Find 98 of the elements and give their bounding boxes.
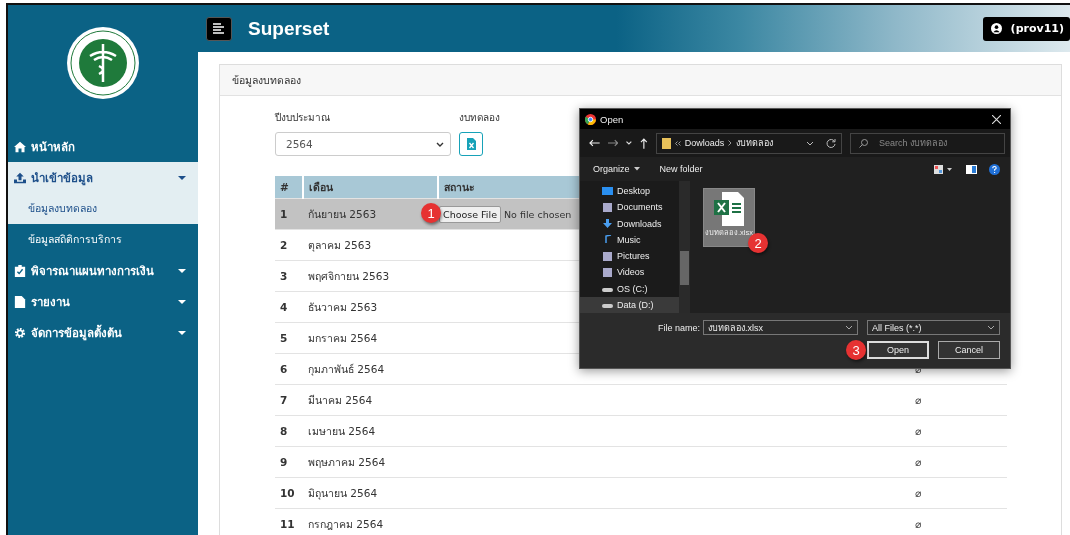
table-cell: ⌀ <box>915 425 922 437</box>
address-bar[interactable]: Dowloads งบทดลอง <box>655 132 842 154</box>
close-icon[interactable] <box>992 114 1001 124</box>
excel-button[interactable] <box>459 132 483 156</box>
caret-icon <box>178 175 186 180</box>
chevron-right-icon <box>728 140 733 146</box>
folder-nav-item[interactable]: Music <box>580 231 679 248</box>
table-cell: 7 <box>275 384 303 416</box>
folder-nav-item[interactable]: Desktop <box>580 183 679 200</box>
folder-nav-item[interactable]: OS (C:) <box>580 280 679 297</box>
field-label: File name: <box>657 322 700 333</box>
table-cell: 6 <box>275 353 303 385</box>
preview-pane-icon[interactable] <box>966 164 977 174</box>
cancel-button[interactable]: Cancel <box>938 341 1000 359</box>
table-cell: ⌀ <box>915 394 922 406</box>
table-cell: ⌀ <box>915 518 922 530</box>
excel-file-icon <box>466 138 476 150</box>
user-icon <box>990 23 1002 34</box>
back-icon[interactable] <box>589 139 600 147</box>
user-button[interactable]: (prov11) <box>982 16 1070 41</box>
sidebar-item[interactable]: รายงาน <box>8 286 198 317</box>
clipboard-icon <box>14 264 26 277</box>
year-select[interactable]: 2564 <box>275 132 451 156</box>
table-cell: ตุลาคม 2563 <box>303 229 438 261</box>
dialog-title: Open <box>600 113 625 125</box>
table-cell: ธันวาคม 2563 <box>303 291 438 323</box>
table-cell: 11 <box>275 508 303 535</box>
file-type-select[interactable]: All Files (*.*) <box>867 320 1000 335</box>
table-cell: 10 <box>275 477 303 509</box>
field-label: งบทดลอง <box>459 111 500 125</box>
table-cell: 5 <box>275 322 303 354</box>
emblem-icon <box>66 26 140 100</box>
table-cell: กรกฎาคม 2564 <box>303 508 438 535</box>
help-icon[interactable] <box>989 163 1000 175</box>
table-cell: กุมภาพันธ์ 2564 <box>303 353 438 385</box>
menu-button[interactable] <box>206 16 232 41</box>
folder-nav-item[interactable]: Videos <box>580 264 679 281</box>
table-cell: 2 <box>275 229 303 261</box>
open-button[interactable]: Open <box>867 341 929 359</box>
folder-nav-item[interactable]: Data (D:) <box>580 296 679 313</box>
sidebar-subitem[interactable]: ข้อมูลสถิติการบริการ <box>8 224 198 255</box>
search-field[interactable]: Search งบทดลอง <box>850 132 1005 154</box>
folder-nav-item[interactable]: Downloads <box>580 215 679 232</box>
organize-menu[interactable]: Organize <box>593 164 640 174</box>
scrollbar[interactable] <box>679 181 690 313</box>
sidebar-item[interactable]: พิจารณาแผนทางการเงิน <box>8 255 198 286</box>
file-name-field[interactable]: งบทดลอง.xlsx <box>703 320 858 335</box>
table-cell: มีนาคม 2564 <box>303 384 438 416</box>
chevron-icon <box>436 141 444 147</box>
app-title: Superset <box>248 17 331 40</box>
table-cell: พฤษภาคม 2564 <box>303 446 438 478</box>
browser-icon <box>585 113 596 125</box>
table-cell: มกราคม 2564 <box>303 322 438 354</box>
spreadsheet-file-icon <box>714 192 744 226</box>
desktop-icon <box>602 186 613 196</box>
search-icon <box>859 138 868 148</box>
folder-nav-item[interactable]: Pictures <box>580 248 679 265</box>
caret-icon <box>178 330 186 335</box>
column-header: เดือน <box>303 176 438 199</box>
table-cell: 4 <box>275 291 303 323</box>
double-chevron-icon <box>674 140 681 146</box>
folder-icon <box>661 137 671 149</box>
table-cell: เมษายน 2564 <box>303 415 438 447</box>
table-cell: 9 <box>275 446 303 478</box>
table-cell: พฤศจิกายน 2563 <box>303 260 438 292</box>
new-folder-button[interactable]: New folder <box>659 164 703 174</box>
home-icon <box>14 140 26 153</box>
download-icon <box>602 219 613 229</box>
sidebar-item[interactable]: จัดการข้อมูลตั้งต้น <box>8 317 198 348</box>
up-icon[interactable] <box>640 137 648 149</box>
caret-icon <box>633 167 640 171</box>
upload-icon <box>14 171 26 184</box>
settings-icon <box>14 326 26 339</box>
chevron-icon <box>806 140 814 146</box>
table-cell: ⌀ <box>915 456 922 468</box>
card-title: ข้อมูลงบทดลอง <box>232 72 301 89</box>
sidebar-item[interactable]: นำเข้าข้อมูล <box>8 162 198 193</box>
folder-nav-item[interactable]: Documents <box>580 199 679 216</box>
field-label: ปีงบประมาณ <box>275 111 331 125</box>
forward-icon[interactable] <box>607 139 619 147</box>
column-header: # <box>275 176 303 199</box>
chevron-icon[interactable] <box>626 141 633 145</box>
refresh-icon <box>826 138 836 148</box>
table-cell: มิถุนายน 2564 <box>303 477 438 509</box>
caret-icon <box>178 299 186 304</box>
table-cell: 1 <box>275 198 303 230</box>
chevron-icon <box>845 325 853 330</box>
table-cell: 3 <box>275 260 303 292</box>
sidebar-item[interactable]: หน้าหลัก <box>8 131 198 162</box>
view-options-icon[interactable] <box>934 164 954 174</box>
sidebar-subitem[interactable]: ข้อมูลงบทดลอง <box>8 193 198 224</box>
caret-icon <box>178 268 186 273</box>
menu-icon <box>213 23 225 34</box>
file-status-text: No file chosen <box>504 208 572 220</box>
table-cell: 8 <box>275 415 303 447</box>
choose-file-button[interactable]: Choose File <box>439 205 501 223</box>
table-cell: ⌀ <box>915 487 922 499</box>
chevron-icon <box>987 325 995 330</box>
